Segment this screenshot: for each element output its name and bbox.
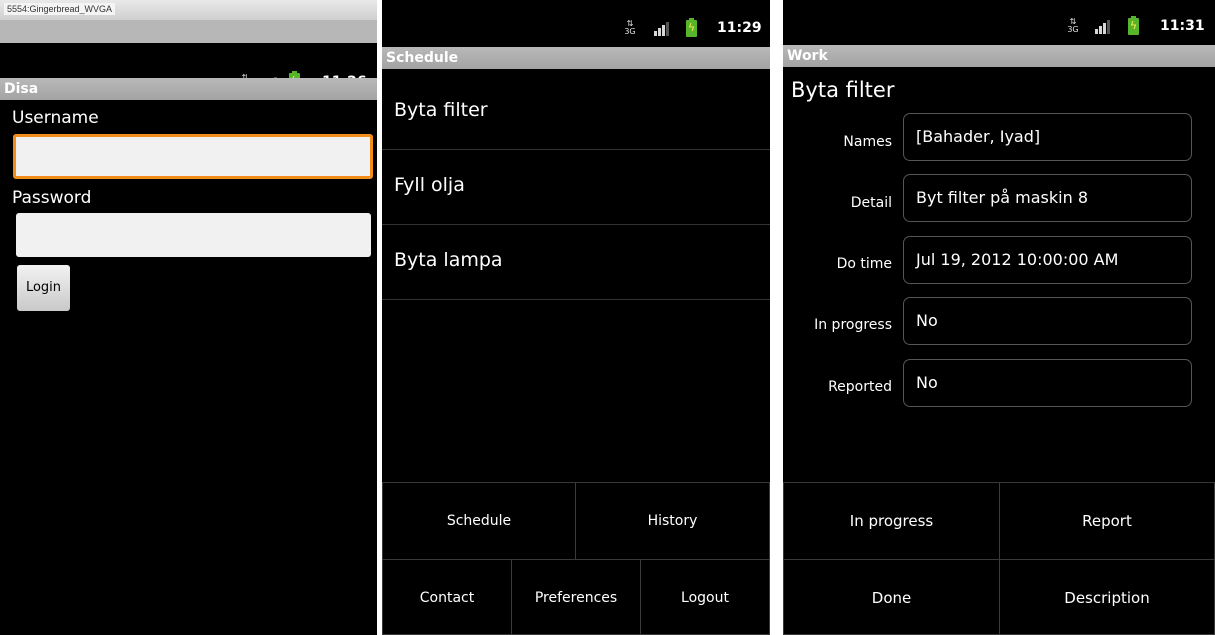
emulator-title-bar: 5554:Gingerbread_WVGA (0, 0, 377, 20)
password-input[interactable] (16, 213, 371, 257)
username-input[interactable] (13, 134, 373, 179)
status-bar: ⇅ 3G ϟ 11:29 (382, 16, 770, 44)
work-screen: ⇅ 3G ϟ 11:31 Work Byta filter Names [Baha… (783, 0, 1215, 635)
signal-strength-icon (654, 22, 674, 36)
in-progress-button[interactable]: In progress (783, 482, 1000, 560)
names-label: Names (843, 134, 892, 150)
in-progress-field[interactable]: No (903, 297, 1192, 345)
status-time: 11:31 (1160, 18, 1205, 34)
app-title-bar: Work (783, 45, 1215, 67)
tab-contact[interactable]: Contact (382, 559, 512, 635)
report-button[interactable]: Report (999, 482, 1215, 560)
app-title-bar: Schedule (382, 47, 770, 69)
list-item[interactable]: Byta lampa (382, 225, 770, 300)
tab-logout[interactable]: Logout (640, 559, 770, 635)
reported-field[interactable]: No (903, 359, 1192, 407)
username-label: Username (12, 108, 99, 128)
status-time: 11:29 (717, 20, 762, 36)
emulator-toolbar (0, 20, 377, 43)
battery-charging-icon: ϟ (686, 18, 697, 37)
task-title: Byta filter (791, 78, 895, 102)
detail-field[interactable]: Byt filter på maskin 8 (903, 174, 1192, 222)
tab-history[interactable]: History (575, 482, 770, 560)
do-time-field[interactable]: Jul 19, 2012 10:00:00 AM (903, 236, 1192, 284)
password-label: Password (12, 188, 92, 208)
login-button[interactable]: Login (17, 265, 70, 311)
signal-strength-icon (1095, 20, 1115, 34)
description-button[interactable]: Description (999, 559, 1215, 635)
list-item[interactable]: Fyll olja (382, 150, 770, 225)
network-3g-icon: ⇅3G (624, 19, 636, 36)
tab-preferences[interactable]: Preferences (511, 559, 641, 635)
app-title-bar: Disa (0, 78, 377, 100)
reported-label: Reported (828, 379, 892, 395)
do-time-label: Do time (836, 256, 892, 272)
list-item[interactable]: Byta filter (382, 75, 770, 150)
status-bar: ⇅ 3G ϟ 11:31 (783, 14, 1215, 42)
network-3g-icon: ⇅3G (1067, 17, 1079, 34)
in-progress-label: In progress (814, 317, 892, 333)
battery-charging-icon: ϟ (1128, 16, 1139, 35)
login-screen: 5554:Gingerbread_WVGA ⇅3G ϟ 11:26 Disa U… (0, 0, 377, 635)
schedule-screen: ⇅ 3G ϟ 11:29 Schedule Byta filter Fyll ol… (382, 0, 770, 635)
tab-schedule[interactable]: Schedule (382, 482, 576, 560)
done-button[interactable]: Done (783, 559, 1000, 635)
emulator-window-title: 5554:Gingerbread_WVGA (4, 3, 116, 15)
names-field[interactable]: [Bahader, Iyad] (903, 113, 1192, 161)
detail-label: Detail (850, 195, 892, 211)
